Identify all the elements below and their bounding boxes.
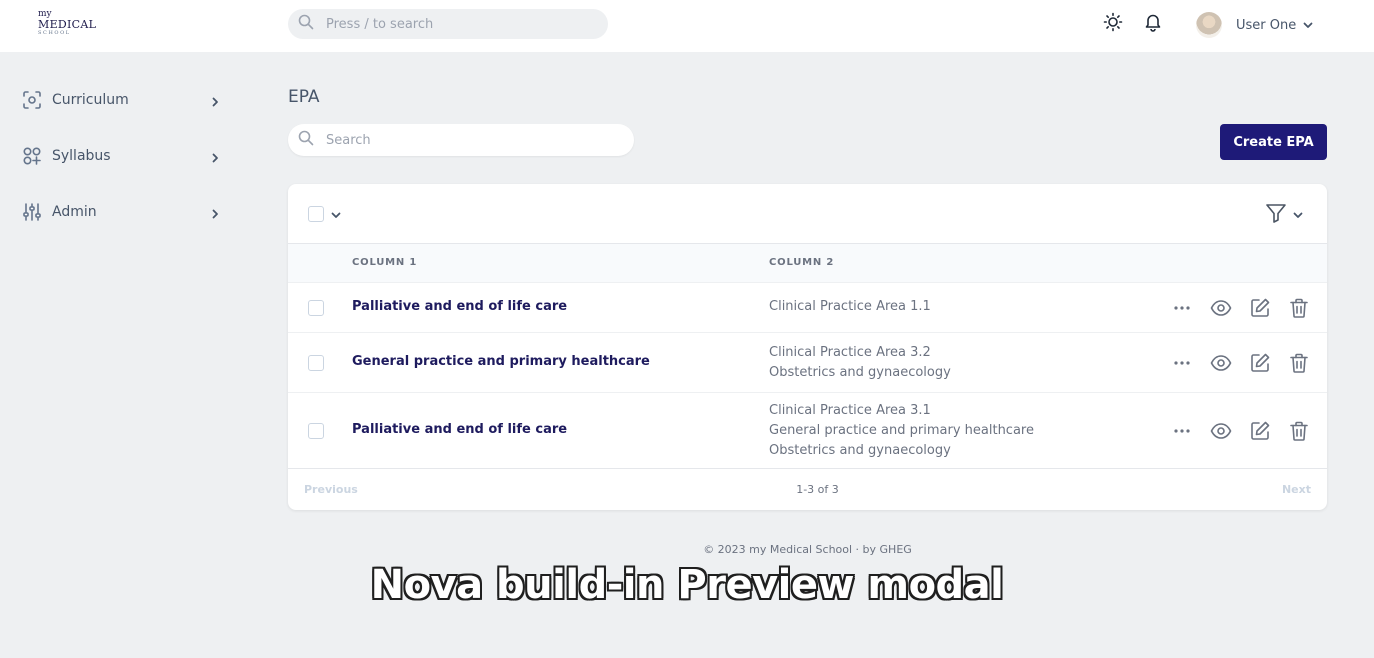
practice-area: Clinical Practice Area 3.2 <box>769 345 931 360</box>
practice-area: Obstetrics and gynaecology <box>769 365 951 380</box>
preview-eye-icon[interactable] <box>1209 419 1233 443</box>
next-page-button[interactable]: Next <box>1282 483 1311 496</box>
table-row[interactable]: Palliative and end of life care Clinical… <box>288 282 1327 332</box>
chevron-right-icon <box>209 149 221 168</box>
global-search[interactable] <box>288 9 608 39</box>
row-actions <box>1170 419 1326 443</box>
sidebar-item-label: Curriculum <box>52 92 129 108</box>
app-logo[interactable]: my MEDICAL SCHOOL <box>38 10 98 38</box>
create-epa-button[interactable]: Create EPA <box>1220 124 1327 160</box>
delete-icon[interactable] <box>1287 296 1311 320</box>
epa-name-link[interactable]: Palliative and end of life care <box>352 422 567 437</box>
chevron-down-icon[interactable] <box>330 206 342 225</box>
sliders-icon <box>20 200 44 224</box>
footer-text: © 2023 my Medical School · by GHEG <box>703 543 912 556</box>
practice-area-list: Clinical Practice Area 3.1 General pract… <box>769 401 1034 461</box>
sidebar-item-syllabus[interactable]: Syllabus <box>20 141 225 171</box>
preview-eye-icon[interactable] <box>1209 296 1233 320</box>
row-checkbox[interactable] <box>308 300 324 316</box>
sidebar-item-admin[interactable]: Admin <box>20 197 225 227</box>
practice-area: Clinical Practice Area 1.1 <box>769 299 931 314</box>
row-actions <box>1170 351 1326 375</box>
avatar <box>1196 12 1222 38</box>
practice-area: General practice and primary healthcare <box>769 423 1034 438</box>
grid-plus-icon <box>20 144 44 168</box>
table-row[interactable]: General practice and primary healthcare … <box>288 332 1327 392</box>
sidebar-item-curriculum[interactable]: Curriculum <box>20 85 225 115</box>
more-actions-button[interactable] <box>1170 351 1194 375</box>
bell-icon <box>1143 12 1163 36</box>
practice-area-list: Clinical Practice Area 3.2 Obstetrics an… <box>769 343 951 383</box>
table-header: COLUMN 1 COLUMN 2 <box>288 244 1327 282</box>
top-navigation-bar: my MEDICAL SCHOOL Press / to search User… <box>0 0 1374 52</box>
row-actions <box>1170 296 1326 320</box>
page-title: EPA <box>288 87 320 107</box>
epa-name-link[interactable]: General practice and primary healthcare <box>352 354 650 369</box>
practice-area-list: Clinical Practice Area 1.1 <box>769 297 931 317</box>
edit-icon[interactable] <box>1248 296 1272 320</box>
sidebar-item-label: Syllabus <box>52 148 111 164</box>
chevron-down-icon <box>1292 206 1304 225</box>
practice-area: Clinical Practice Area 3.1 <box>769 403 931 418</box>
chevron-down-icon <box>1302 16 1314 35</box>
resource-table-card: COLUMN 1 COLUMN 2 Palliative and end of … <box>288 184 1327 510</box>
table-toolbar <box>288 184 1327 244</box>
user-name: User One <box>1236 17 1297 33</box>
chevron-right-icon <box>209 93 221 112</box>
preview-eye-icon[interactable] <box>1209 351 1233 375</box>
global-search-input[interactable] <box>326 16 586 32</box>
delete-icon[interactable] <box>1287 419 1311 443</box>
edit-icon[interactable] <box>1248 351 1272 375</box>
pagination: Previous 1-3 of 3 Next <box>288 468 1327 510</box>
more-actions-button[interactable] <box>1170 419 1194 443</box>
row-checkbox[interactable] <box>308 355 324 371</box>
delete-icon[interactable] <box>1287 351 1311 375</box>
logo-line-2: MEDICAL <box>38 18 97 31</box>
select-all-checkbox[interactable] <box>308 206 324 222</box>
search-icon <box>298 130 314 150</box>
chevron-right-icon <box>209 205 221 224</box>
user-menu[interactable]: User One <box>1196 10 1314 40</box>
resource-search[interactable] <box>288 124 634 156</box>
filter-icon <box>1264 201 1288 229</box>
theme-toggle-button[interactable] <box>1102 12 1124 36</box>
curriculum-icon <box>20 88 44 112</box>
row-checkbox[interactable] <box>308 423 324 439</box>
video-caption: Nova build-in Preview modal <box>370 562 1004 608</box>
column-header-1[interactable]: COLUMN 1 <box>352 257 417 268</box>
table-row[interactable]: Palliative and end of life care Clinical… <box>288 392 1327 468</box>
filter-button[interactable] <box>1264 201 1304 229</box>
more-actions-button[interactable] <box>1170 296 1194 320</box>
notifications-button[interactable] <box>1142 13 1164 35</box>
practice-area: Obstetrics and gynaecology <box>769 443 951 458</box>
epa-name-link[interactable]: Palliative and end of life care <box>352 299 567 314</box>
edit-icon[interactable] <box>1248 419 1272 443</box>
sidebar-item-label: Admin <box>52 204 97 220</box>
column-header-2[interactable]: COLUMN 2 <box>769 257 834 268</box>
search-icon <box>298 14 314 34</box>
sun-icon <box>1103 12 1123 36</box>
pagination-info: 1-3 of 3 <box>796 483 839 496</box>
resource-search-input[interactable] <box>326 132 606 148</box>
